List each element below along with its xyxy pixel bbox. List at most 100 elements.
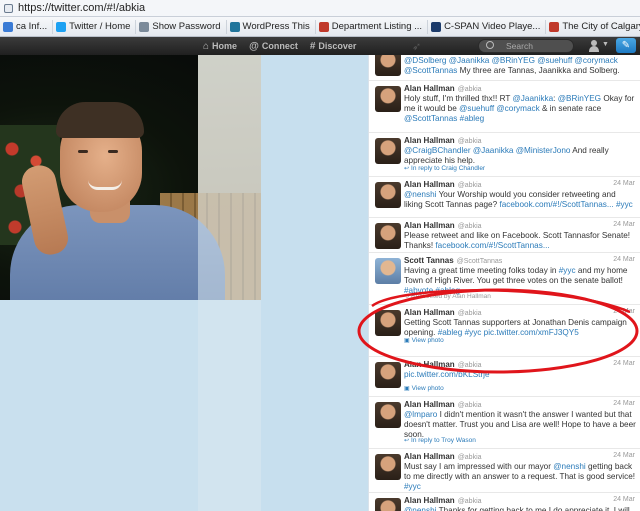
tweet-author-name[interactable]: Scott Tannas	[404, 256, 454, 265]
bookmark-favicon-icon	[431, 21, 442, 32]
tweet-link[interactable]: @BRinYEG	[558, 94, 601, 103]
tweet-timestamp[interactable]: 24 Mar	[613, 496, 635, 503]
avatar[interactable]	[375, 55, 401, 76]
tweet-item[interactable]: Alan Hallman @abkia 24 Mar pic.twitter.com/…	[369, 357, 640, 397]
avatar[interactable]	[375, 310, 401, 336]
tweet-timestamp[interactable]: 24 Mar	[613, 308, 635, 315]
tweet-author-name[interactable]: Alan Hallman	[404, 180, 455, 189]
tweet-meta[interactable]: ▣ View photo	[404, 337, 444, 344]
bookmark-item[interactable]: Show Password	[136, 19, 227, 34]
tweet-link[interactable]: @suehuff @corymack	[459, 104, 540, 113]
bookmark-favicon-icon	[139, 21, 150, 32]
bird-icon[interactable]: ➶	[412, 40, 421, 53]
nav-home-label: Home	[212, 41, 238, 51]
url-text[interactable]: https://twitter.com/#!/abkia	[18, 2, 145, 14]
tweet-author-name[interactable]: Alan Hallman	[404, 221, 455, 230]
avatar[interactable]	[375, 402, 401, 428]
bookmark-item[interactable]: ca Inf...	[0, 19, 54, 34]
tweet-author-name[interactable]: Alan Hallman	[404, 360, 455, 369]
tweet-author-handle[interactable]: @abkia	[458, 454, 482, 461]
tweet-author-handle[interactable]: @abkia	[458, 402, 482, 409]
tweet-link[interactable]: @CraigBChandler @Jaanikka @MinisterJono	[404, 146, 570, 155]
bookmark-label: WordPress This	[242, 21, 310, 32]
tweet-item[interactable]: Alan Hallman @abkia 24 Mar Must say I am im…	[369, 449, 640, 493]
avatar[interactable]	[375, 182, 401, 208]
bookmark-item[interactable]: The City of Calgary ...	[546, 20, 640, 34]
tweet-link[interactable]: @nenshi	[404, 506, 436, 511]
nav-connect[interactable]: @ Connect	[249, 41, 298, 52]
tweet-author-name[interactable]: Alan Hallman	[404, 452, 455, 461]
tweet-author-name[interactable]: Alan Hallman	[404, 136, 455, 145]
tweet-link[interactable]: facebook.com/#!/ScottTannas...	[435, 241, 549, 250]
tweet-meta[interactable]: ▣ View photo	[404, 385, 444, 392]
tweet-item[interactable]: Scott Tannas @ScottTannas 24 Mar Having a g…	[369, 253, 640, 305]
avatar[interactable]	[375, 138, 401, 164]
tweet-meta[interactable]: ↩ In reply to Craig Chandler	[404, 165, 485, 172]
avatar[interactable]	[375, 223, 401, 249]
tweet-meta[interactable]: ↩ In reply to Troy Wason	[404, 437, 476, 444]
bookmark-item[interactable]: Department Listing ...	[316, 19, 429, 34]
avatar[interactable]	[375, 362, 401, 388]
tweet-author-handle[interactable]: @abkia	[458, 310, 482, 317]
tweet-timestamp[interactable]: 24 Mar	[613, 452, 635, 459]
tweet-meta[interactable]: ⟲ Retweeted by Alan Hallman	[404, 293, 491, 300]
tweet-header: Alan Hallman @abkia	[404, 308, 482, 317]
tweet-author-name[interactable]: Alan Hallman	[404, 496, 455, 505]
bookmark-item[interactable]: Twitter / Home	[53, 19, 137, 34]
tweet-author-handle[interactable]: @ScottTannas	[457, 258, 503, 265]
tweet-author-name[interactable]: Alan Hallman	[404, 84, 455, 93]
tweet-timestamp[interactable]: 24 Mar	[613, 221, 635, 228]
tweet-timestamp[interactable]: 24 Mar	[613, 400, 635, 407]
user-menu-icon[interactable]	[588, 40, 600, 52]
tweet-item[interactable]: Alan Hallman @abkia 24 Mar @lmparo I didn't…	[369, 397, 640, 449]
tweet-item[interactable]: Alan Hallman @abkia @CraigBChandler @Jaani…	[369, 133, 640, 177]
tweet-link[interactable]: @lmparo	[404, 410, 437, 419]
tweet-link[interactable]: pic.twitter.com/bKLStrje	[404, 370, 490, 379]
tweet-item[interactable]: Alan Hallman @abkia 24 Mar @nenshi Thanks f…	[369, 493, 640, 511]
tweet-author-handle[interactable]: @abkia	[458, 86, 482, 93]
avatar[interactable]	[375, 86, 401, 112]
tweet-text: @CraigBChandler @Jaanikka @MinisterJono …	[404, 146, 636, 166]
tweet-item[interactable]: Alan Hallman @abkia 24 Mar Please retweet a…	[369, 218, 640, 253]
avatar[interactable]	[375, 498, 401, 511]
tweet-text: Getting Scott Tannas supporters at Jonat…	[404, 318, 636, 338]
nav-home[interactable]: ⌂ Home	[203, 41, 237, 52]
tweet-timestamp[interactable]: 24 Mar	[613, 256, 635, 263]
bookmark-item[interactable]: C-SPAN Video Playe...	[428, 19, 547, 34]
address-bar[interactable]: https://twitter.com/#!/abkia	[0, 0, 640, 17]
tweet-author-handle[interactable]: @abkia	[458, 182, 482, 189]
nav-discover[interactable]: # Discover	[310, 41, 357, 52]
tweet-link[interactable]: #yyc	[404, 482, 421, 491]
avatar[interactable]	[375, 454, 401, 480]
tweet-timestamp[interactable]: 24 Mar	[613, 180, 635, 187]
tweet-link[interactable]: #ableg #yyc pic.twitter.com/xmFJ3QY5	[438, 328, 579, 337]
nav-discover-label: Discover	[318, 41, 357, 51]
tweet-timestamp[interactable]: 24 Mar	[613, 360, 635, 367]
chevron-down-icon[interactable]: ▼	[602, 41, 609, 48]
tweet-author-handle[interactable]: @abkia	[458, 498, 482, 505]
search-icon	[486, 41, 494, 49]
avatar[interactable]	[375, 258, 401, 284]
tweet-header: Alan Hallman @abkia	[404, 84, 482, 93]
tweet-author-handle[interactable]: @abkia	[458, 362, 482, 369]
tweet-author-name[interactable]: Alan Hallman	[404, 308, 455, 317]
tweet-item[interactable]: Alan Hallman @abkia 24 Mar Getting Scott Ta…	[369, 305, 640, 357]
reply-icon: ↩	[404, 438, 410, 444]
tweet-link[interactable]: @ScottTannas #ableg	[404, 114, 484, 123]
tweet-item[interactable]: @DSolberg @Jaanikka @BRinYEG @suehuff @c…	[369, 55, 640, 81]
tweet-author-handle[interactable]: @abkia	[458, 223, 482, 230]
tweet-header: Alan Hallman @abkia	[404, 496, 482, 505]
compose-tweet-button[interactable]: ✎	[616, 38, 636, 53]
tweet-link[interactable]: #yyc	[559, 266, 576, 275]
bookmark-item[interactable]: WordPress This	[227, 19, 316, 34]
tweet-author-handle[interactable]: @abkia	[458, 138, 482, 145]
tweet-link[interactable]: @Jaanikka	[513, 94, 554, 103]
tweet-link[interactable]: facebook.com/#!/ScottTannas... #yyc	[499, 200, 632, 209]
tweet-link[interactable]: @nenshi	[404, 190, 436, 199]
tweet-author-name[interactable]: Alan Hallman	[404, 400, 455, 409]
bookmark-label: ca Inf...	[16, 21, 48, 32]
tweet-item[interactable]: Alan Hallman @abkia 24 Mar @nenshi Your Wor…	[369, 177, 640, 218]
tweet-item[interactable]: Alan Hallman @abkia Holy stuff, I'm thrill…	[369, 81, 640, 133]
tweet-header: Alan Hallman @abkia	[404, 221, 482, 230]
tweet-link[interactable]: @nenshi	[553, 462, 585, 471]
